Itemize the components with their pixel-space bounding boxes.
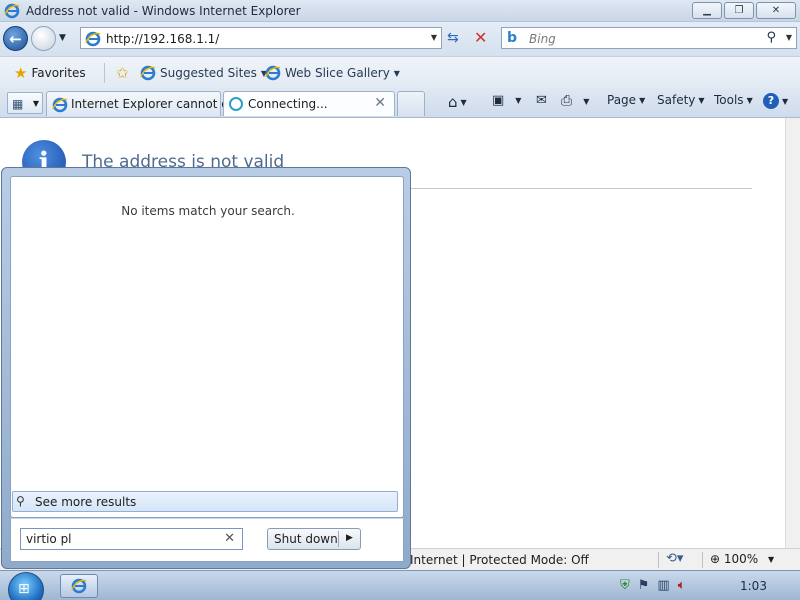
add-favorites-icon[interactable]: ✩ (116, 64, 129, 82)
action-center-flag-icon[interactable]: ⚑ (638, 578, 650, 593)
quick-tabs-icon: ▦ (12, 97, 24, 111)
feeds-button[interactable]: ▣ ▼ (492, 93, 521, 108)
page-icon (85, 31, 101, 47)
address-bar[interactable]: http://192.168.1.1/ ▼ (80, 27, 442, 49)
clear-search-icon[interactable]: ✕ (224, 531, 235, 546)
tab-label: Connecting... (248, 97, 328, 111)
forward-button[interactable] (31, 26, 56, 51)
tab-label: Internet Explorer cannot d... (71, 97, 241, 111)
safety-menu[interactable]: Safety ▼ (657, 93, 705, 107)
zoom-value: 100% (723, 552, 759, 566)
window-title: Address not valid - Windows Internet Exp… (26, 4, 301, 18)
shutdown-button[interactable]: Shut down ▶ (267, 528, 361, 550)
address-row: ← ▼ http://192.168.1.1/ ▼ ⇆ ✕ b Bing ⚲ ▼ (0, 22, 800, 56)
page-menu[interactable]: Page ▼ (607, 93, 645, 107)
print-button[interactable]: ⎙ ▼ (561, 93, 589, 109)
tab-connecting[interactable]: Connecting... ✕ (223, 91, 395, 116)
search-icon: ⚲ (16, 494, 25, 508)
address-url[interactable]: http://192.168.1.1/ (106, 32, 219, 46)
chevron-down-icon[interactable]: ▼ (33, 99, 39, 108)
divider (104, 63, 105, 83)
restore-button[interactable]: ❐ (724, 2, 754, 19)
tools-menu[interactable]: Tools ▼ (714, 93, 753, 107)
page-menu-label: Page (607, 93, 637, 107)
divider (658, 552, 659, 568)
close-button[interactable]: ✕ (756, 2, 796, 19)
help-icon: ? (763, 93, 779, 109)
feeds-icon: ▣ (492, 93, 505, 108)
see-more-results-link[interactable]: ⚲ See more results (12, 491, 398, 512)
taskbar-ie-button[interactable] (60, 574, 98, 598)
loading-icon (229, 97, 243, 111)
back-button[interactable]: ← (3, 26, 28, 51)
system-tray: ⛨ ⚑ ▥ 🔈︎ (620, 578, 686, 593)
chevron-down-icon: ▼ (393, 68, 400, 78)
bing-icon: b (507, 30, 518, 46)
refresh-icon[interactable]: ⇆ (447, 30, 459, 46)
search-results-pane: No items match your search. (10, 176, 404, 518)
mail-icon: ✉ (536, 93, 547, 108)
search-icon[interactable]: ⚲ (766, 30, 776, 45)
start-button[interactable]: ⊞ (8, 572, 44, 600)
windows-start-icon: ⊞ (18, 581, 30, 597)
ie-icon (71, 578, 87, 594)
security-zone[interactable]: Internet | Protected Mode: Off (410, 553, 589, 567)
taskbar: ⊞ ⛨ ⚑ ▥ 🔈︎ 1:03 (0, 570, 800, 600)
back-arrow-icon: ← (9, 29, 22, 48)
title-bar: Address not valid - Windows Internet Exp… (0, 0, 800, 22)
favorites-label: Favorites (31, 66, 86, 80)
help-button[interactable]: ? ▼ (763, 93, 788, 109)
home-button[interactable]: ⌂ ▼ (448, 93, 467, 111)
zoom-level[interactable]: ⊕ 100% (710, 552, 758, 566)
ie-icon (52, 97, 68, 113)
volume-icon[interactable]: 🔈︎ (678, 578, 686, 593)
close-tab-icon[interactable]: ✕ (374, 95, 386, 111)
security-shield-icon[interactable]: ⛨ (620, 578, 630, 593)
stop-icon[interactable]: ✕ (474, 28, 487, 47)
search-box[interactable]: b Bing ⚲ ▼ (501, 27, 797, 49)
tab-cannot-display[interactable]: Internet Explorer cannot d... (46, 91, 240, 116)
favorites-item-web-slice-gallery[interactable]: Web Slice Gallery ▼ (265, 65, 400, 81)
favorites-button[interactable]: ★ Favorites (14, 64, 86, 82)
no-results-message: No items match your search. (121, 204, 295, 218)
quick-tabs-button[interactable]: ▦ ▼ (7, 92, 43, 114)
ie-icon (140, 65, 156, 81)
shutdown-label: Shut down (274, 532, 338, 546)
mail-button[interactable]: ✉ (536, 93, 547, 108)
chevron-down-icon[interactable]: ▼ (768, 555, 774, 564)
favorites-item-label: Web Slice Gallery (285, 66, 390, 80)
favorites-star-icon: ★ (14, 64, 28, 82)
favorites-bar: ★ Favorites ✩ Suggested Sites ▼ Web Slic… (0, 56, 800, 88)
favorites-item-suggested-sites[interactable]: Suggested Sites ▼ (140, 65, 267, 81)
see-more-label: See more results (35, 495, 137, 509)
ie-icon (265, 65, 281, 81)
new-tab-button[interactable] (397, 91, 425, 116)
divider (702, 552, 703, 568)
minimize-button[interactable]: ▁ (692, 2, 722, 19)
address-dropdown-icon[interactable]: ▼ (431, 33, 437, 42)
search-dropdown-icon[interactable]: ▼ (786, 33, 792, 42)
vertical-scrollbar[interactable] (785, 118, 800, 548)
tab-row: ▦ ▼ Internet Explorer cannot d... Connec… (0, 88, 800, 118)
safety-menu-label: Safety (657, 93, 696, 107)
start-search-input[interactable]: virtio pl ✕ (20, 528, 243, 550)
print-icon: ⎙ (561, 93, 573, 109)
divider (338, 531, 339, 547)
network-icon[interactable]: ▥ (657, 578, 669, 593)
search-placeholder[interactable]: Bing (529, 32, 556, 46)
clock[interactable]: 1:03 (740, 579, 767, 593)
favorites-item-label: Suggested Sites (160, 66, 257, 80)
start-search-value[interactable]: virtio pl (26, 532, 72, 546)
tools-menu-label: Tools (714, 93, 744, 107)
home-icon: ⌂ (448, 93, 458, 111)
recent-pages-dropdown[interactable]: ▼ (59, 33, 66, 43)
shutdown-options-arrow-icon[interactable]: ▶ (346, 533, 353, 543)
protected-mode-icon[interactable]: ⟲▾ (666, 551, 683, 566)
ie-icon (4, 3, 20, 19)
